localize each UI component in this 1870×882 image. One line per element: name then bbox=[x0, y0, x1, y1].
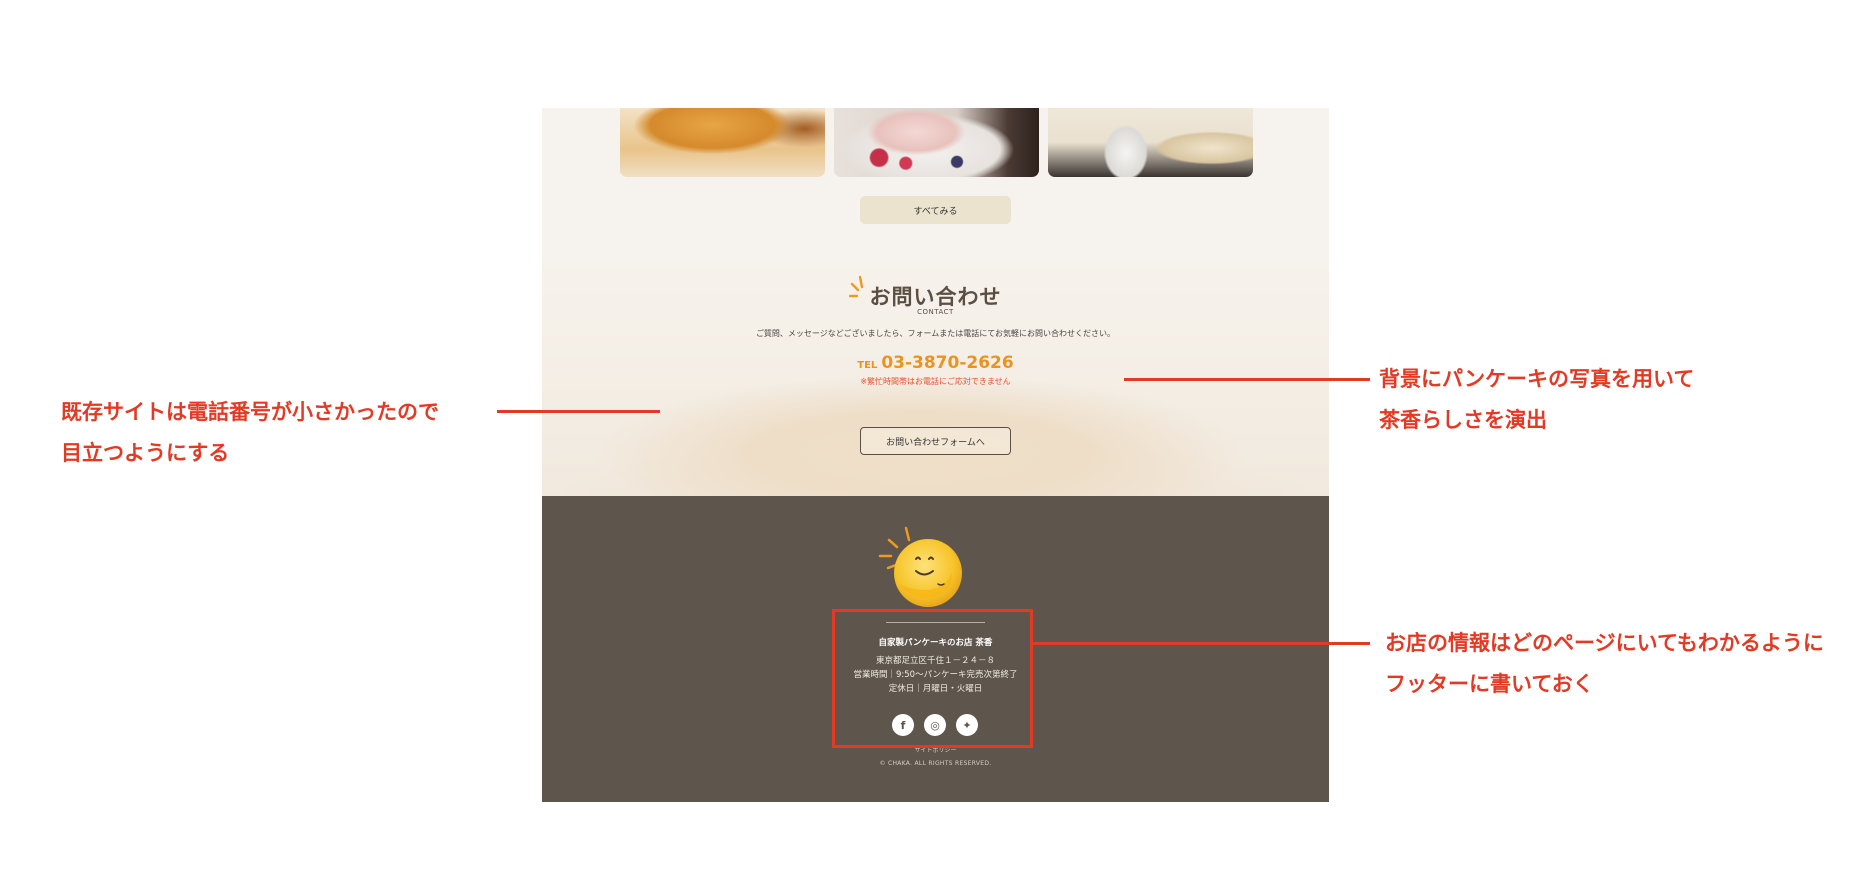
phone-number[interactable]: TEL 03-3870-2626 bbox=[542, 353, 1329, 373]
annotation-line-left bbox=[497, 410, 660, 413]
annotation-right-top-line-2: 茶香らしさを演出 bbox=[1379, 408, 1547, 432]
gallery-photo-1[interactable] bbox=[620, 108, 825, 177]
moon-logo-icon bbox=[878, 526, 962, 607]
annotation-line-right-bottom bbox=[1033, 642, 1370, 645]
copyright: © CHAKA. ALL RIGHTS RESERVED. bbox=[879, 760, 992, 767]
gallery-photo-2[interactable] bbox=[834, 108, 1039, 177]
annotation-right-top: 背景にパンケーキの写真を用いて 茶香らしさを演出 bbox=[1379, 359, 1694, 441]
contact-description: ご質問、メッセージなどございましたら、フォームまたは電話にてお気軽にお問い合わせ… bbox=[755, 329, 1116, 338]
footer-info-highlight bbox=[832, 609, 1033, 748]
annotation-left: 既存サイトは電話番号が小さかったので 目立つようにする bbox=[61, 392, 439, 474]
contact-subtitle: CONTACT bbox=[917, 308, 954, 316]
see-all-button[interactable]: すべてみる bbox=[860, 196, 1011, 224]
gallery-photos bbox=[620, 108, 1253, 177]
contact-title: お問い合わせ bbox=[869, 285, 1002, 309]
annotation-right-bottom-line-1: お店の情報はどのページにいてもわかるように bbox=[1385, 631, 1824, 655]
gallery-photo-3[interactable] bbox=[1048, 108, 1253, 177]
tel-number[interactable]: 03-3870-2626 bbox=[881, 353, 1013, 373]
annotation-right-bottom: お店の情報はどのページにいてもわかるように フッターに書いておく bbox=[1385, 623, 1824, 705]
annotation-line-right-top bbox=[1124, 378, 1370, 381]
annotation-left-line-2: 目立つようにする bbox=[61, 441, 230, 465]
tel-label: TEL bbox=[857, 360, 878, 371]
annotation-right-top-line-1: 背景にパンケーキの写真を用いて bbox=[1379, 367, 1695, 391]
annotation-right-bottom-line-2: フッターに書いておく bbox=[1385, 672, 1594, 696]
contact-form-button[interactable]: お問い合わせフォームへ bbox=[860, 427, 1011, 455]
annotation-left-line-1: 既存サイトは電話番号が小さかったので bbox=[61, 400, 439, 424]
